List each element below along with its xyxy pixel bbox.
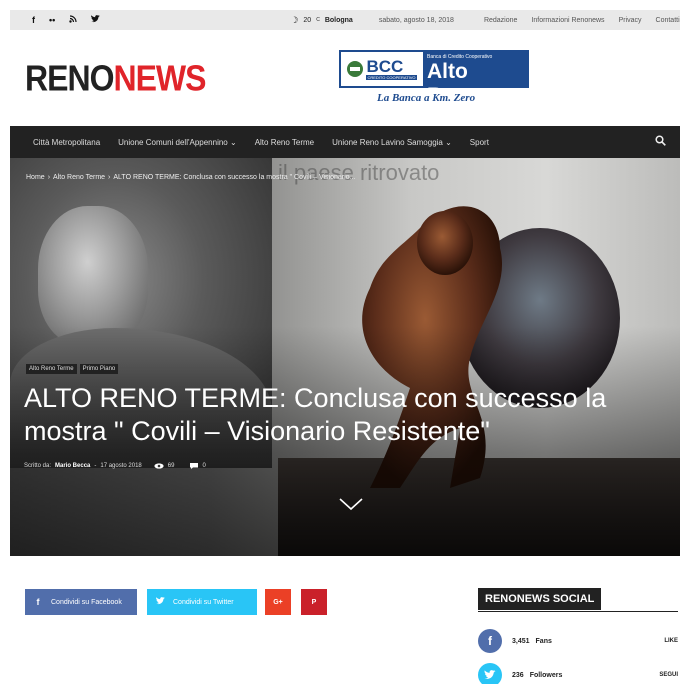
author-name[interactable]: Mario Becca bbox=[55, 463, 90, 469]
share-google-button[interactable]: G+ bbox=[265, 589, 291, 615]
breadcrumb: Home › Alto Reno Terme › ALTO RENO TERME… bbox=[26, 174, 355, 181]
article-date: 17 agosto 2018 bbox=[100, 463, 142, 469]
breadcrumb-home[interactable]: Home bbox=[26, 174, 45, 181]
social-counter-twitter: 236 Followers SEGUI bbox=[478, 662, 678, 684]
top-link-contatti[interactable]: Contatti bbox=[656, 17, 680, 24]
facebook-fan-label: Fans bbox=[535, 637, 552, 645]
facebook-icon[interactable]: f bbox=[32, 15, 35, 25]
moon-icon: ☽ bbox=[290, 14, 299, 25]
top-links: Redazione Informazioni Renonews Privacy … bbox=[484, 17, 680, 24]
facebook-like-button[interactable]: LIKE bbox=[664, 638, 678, 644]
temperature-unit: C bbox=[316, 17, 320, 23]
twitter-icon[interactable] bbox=[91, 15, 101, 25]
pinterest-icon: P bbox=[311, 598, 317, 606]
share-twitter-button[interactable]: Condividi su Twitter bbox=[147, 589, 257, 615]
top-link-info[interactable]: Informazioni Renonews bbox=[531, 17, 604, 24]
share-twitter-label: Condividi su Twitter bbox=[173, 598, 234, 606]
twitter-follow-button[interactable]: SEGUI bbox=[659, 672, 678, 678]
weather-widget: ☽ 20 C Bologna bbox=[290, 15, 353, 26]
nav-item-citta[interactable]: Città Metropolitana bbox=[33, 138, 100, 147]
top-social-icons: f •• bbox=[32, 15, 101, 25]
site-logo[interactable]: RENONEWS bbox=[25, 58, 206, 99]
top-link-redazione[interactable]: Redazione bbox=[484, 17, 517, 24]
bcc-text: BCC bbox=[366, 56, 404, 76]
category-tag-primo-piano[interactable]: Primo Piano bbox=[79, 364, 119, 374]
logo-news: NEWS bbox=[113, 58, 206, 99]
search-icon[interactable] bbox=[655, 135, 666, 146]
view-count: 69 bbox=[167, 463, 175, 469]
twitter-icon[interactable] bbox=[478, 663, 502, 684]
twitter-follower-count: 236 bbox=[512, 671, 524, 679]
chevron-down-icon[interactable] bbox=[338, 496, 364, 512]
article-title: ALTO RENO TERME: Conclusa con successo l… bbox=[24, 383, 607, 446]
top-bar: f •• ☽ 20 C Bologna sabato, agosto 18, 2… bbox=[10, 10, 680, 30]
nav-item-alto-reno[interactable]: Alto Reno Terme bbox=[255, 138, 314, 147]
author-prefix: Scritto da: bbox=[24, 463, 52, 469]
rss-icon[interactable] bbox=[69, 15, 77, 25]
breadcrumb-current: ALTO RENO TERME: Conclusa con successo l… bbox=[113, 174, 356, 181]
weather-city: Bologna bbox=[324, 16, 353, 24]
bank-name-block: Banca di Credito Cooperativo Alto Reno bbox=[423, 52, 527, 107]
nav-item-sport[interactable]: Sport bbox=[470, 138, 489, 147]
social-widget-divider bbox=[478, 611, 678, 612]
twitter-follower-label: Followers bbox=[529, 671, 563, 679]
facebook-icon[interactable]: f bbox=[478, 629, 502, 653]
share-pinterest-button[interactable]: P bbox=[301, 589, 327, 615]
share-facebook-label: Condividi su Facebook bbox=[51, 598, 122, 606]
breadcrumb-sep: › bbox=[108, 174, 111, 181]
ad-box: BCC CREDITO COOPERATIVO Banca di Credito… bbox=[339, 50, 529, 107]
clover-icon bbox=[347, 61, 364, 77]
exhibition-wall-text: il paese ritrovato bbox=[278, 160, 440, 185]
bcc-subtext: CREDITO COOPERATIVO bbox=[366, 74, 417, 80]
meta-sep: - bbox=[94, 463, 97, 469]
social-counter-facebook: f 3,451 Fans LIKE bbox=[478, 628, 678, 654]
portrait-face bbox=[38, 206, 148, 346]
bcc-logo: BCC CREDITO COOPERATIVO bbox=[341, 52, 423, 86]
top-link-privacy[interactable]: Privacy bbox=[619, 17, 642, 24]
share-facebook-button[interactable]: f Condividi su Facebook bbox=[25, 589, 137, 615]
breadcrumb-sep: › bbox=[47, 174, 51, 181]
nav-item-reno-lavino[interactable]: Unione Reno Lavino Samoggia ⌄ bbox=[332, 138, 452, 147]
article-categories: Alto Reno Terme Primo Piano bbox=[26, 364, 119, 374]
facebook-fan-count: 3,451 bbox=[512, 637, 530, 645]
nav-item-unione-appennino[interactable]: Unione Comuni dell'Appennino ⌄ bbox=[118, 138, 237, 147]
breadcrumb-category[interactable]: Alto Reno Terme bbox=[53, 174, 105, 181]
current-date: sabato, agosto 18, 2018 bbox=[378, 16, 454, 24]
temperature: 20 bbox=[303, 16, 312, 24]
twitter-icon bbox=[147, 597, 173, 607]
eye-icon bbox=[154, 463, 164, 469]
main-nav: Città Metropolitana Unione Comuni dell'A… bbox=[10, 126, 680, 158]
comment-count[interactable]: 0 bbox=[202, 463, 205, 469]
logo-reno: RENO bbox=[25, 58, 114, 99]
bank-ad-banner[interactable]: BCC CREDITO COOPERATIVO Banca di Credito… bbox=[339, 50, 529, 110]
article-meta: Scritto da: Mario Becca - 17 agosto 2018… bbox=[24, 463, 206, 469]
google-plus-icon: G+ bbox=[273, 598, 283, 606]
category-tag-alto-reno[interactable]: Alto Reno Terme bbox=[26, 364, 77, 374]
social-widget-title: RENONEWS SOCIAL bbox=[478, 588, 602, 610]
facebook-icon: f bbox=[36, 597, 40, 607]
comment-icon[interactable] bbox=[190, 463, 199, 469]
flickr-icon[interactable]: •• bbox=[49, 15, 55, 25]
ad-slogan: La Banca a Km. Zero bbox=[377, 92, 476, 104]
